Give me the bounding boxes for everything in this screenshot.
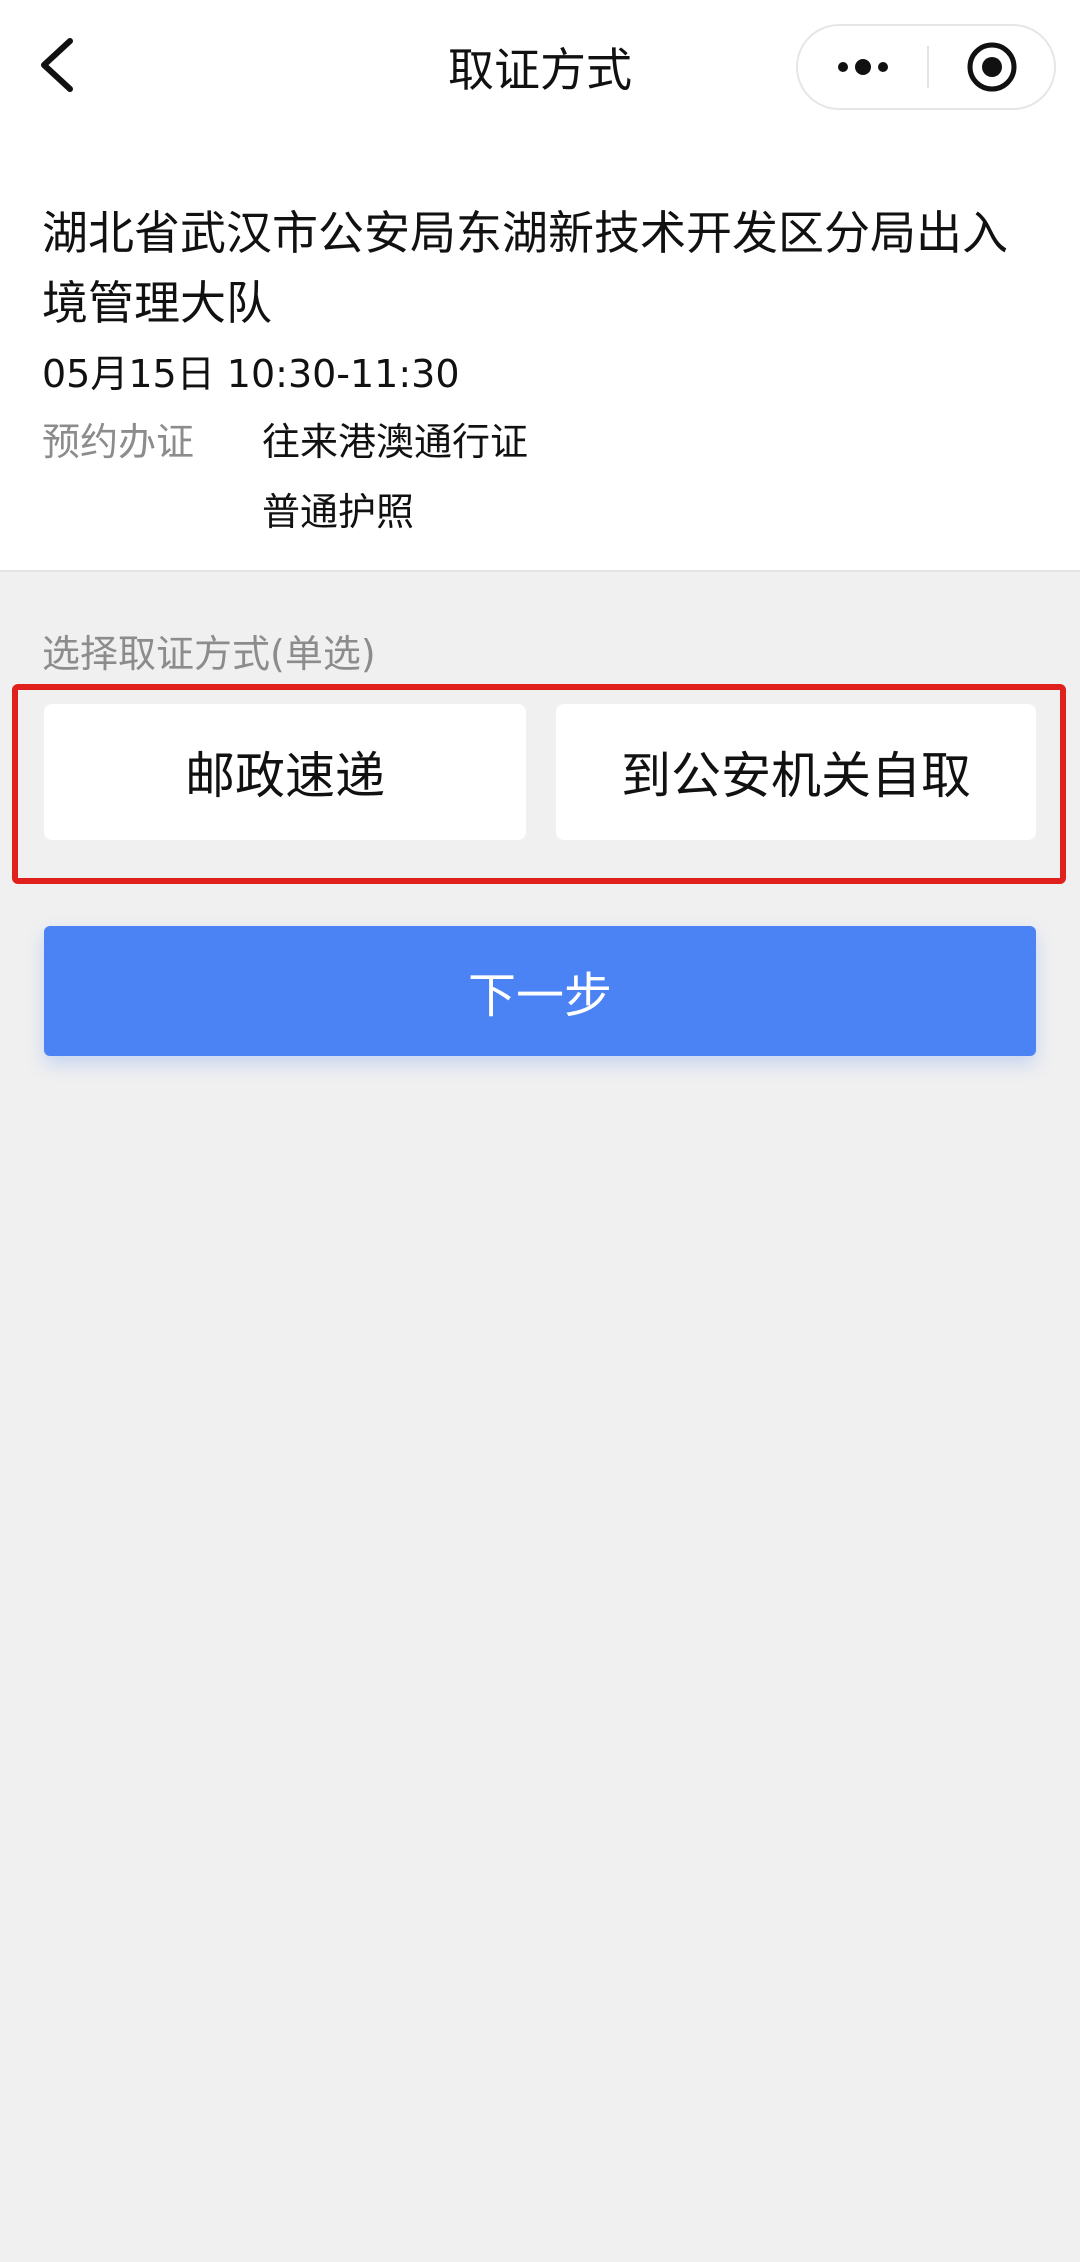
option-self-pickup[interactable]: 到公安机关自取 [556, 704, 1036, 840]
appointment-time: 05月15日 10:30-11:30 [42, 352, 460, 396]
more-dots-icon [838, 59, 888, 75]
mini-program-capsule [796, 24, 1056, 110]
service-item-passport: 普通护照 [262, 490, 415, 534]
office-name: 湖北省武汉市公安局东湖新技术开发区分局出入境管理大队 [42, 206, 1008, 330]
more-button[interactable] [798, 26, 928, 108]
option-postal-delivery[interactable]: 邮政速递 [44, 704, 526, 840]
appointment-card: 取证方式 湖北省武汉市公安局东湖新技术开发区分局出入境管理大队 05月15日 1… [0, 0, 1080, 572]
next-step-button[interactable]: 下一步 [44, 926, 1036, 1056]
pickup-section-label: 选择取证方式(单选) [42, 632, 376, 676]
service-label: 预约办证 [42, 420, 195, 464]
close-button[interactable] [929, 26, 1055, 108]
service-item-hk-macau-permit: 往来港澳通行证 [262, 420, 529, 464]
target-circle-icon [967, 42, 1017, 92]
